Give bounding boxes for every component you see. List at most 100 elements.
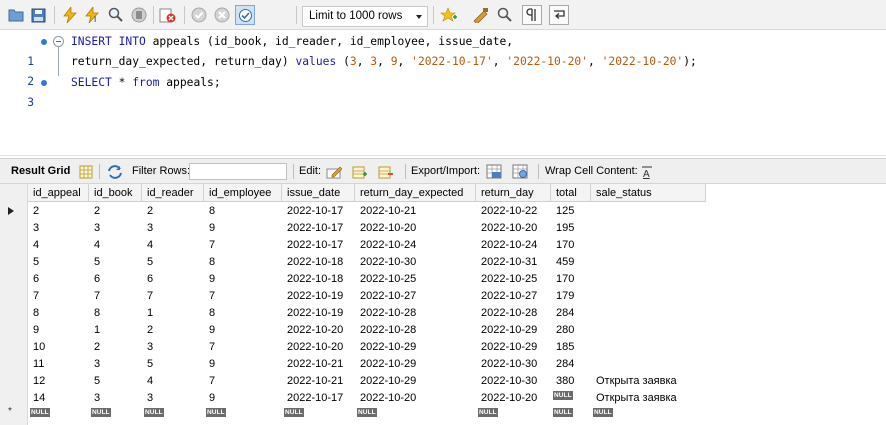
add-snippet-icon[interactable]	[439, 5, 459, 25]
cell-id-appeal[interactable]: 8	[28, 305, 89, 322]
cell-return-day[interactable]: 2022-10-25	[476, 271, 551, 288]
cell-id-appeal[interactable]: 9	[28, 322, 89, 339]
cell-id-reader[interactable]: 6	[142, 271, 204, 288]
cell-sale-status[interactable]: Открыта заявка	[591, 390, 706, 407]
null-badge[interactable]: NULL	[91, 408, 111, 417]
cell-return-day[interactable]: 2022-10-24	[476, 237, 551, 254]
execute-icon[interactable]	[60, 5, 80, 25]
cell-return-day[interactable]: 2022-10-20	[476, 390, 551, 407]
cell-total[interactable]: 280	[551, 322, 591, 339]
cell-id-book[interactable]: 2	[89, 339, 142, 356]
null-badge[interactable]: NULL	[30, 408, 50, 417]
cell-return-day-expected[interactable]: 2022-10-30	[355, 254, 476, 271]
cell-return-day-expected[interactable]: 2022-10-24	[355, 237, 476, 254]
cell-id-book[interactable]: 3	[89, 356, 142, 373]
cell-total[interactable]: 179	[551, 288, 591, 305]
cell-issue-date[interactable]: 2022-10-21	[282, 356, 355, 373]
cell-sale-status[interactable]	[591, 203, 706, 220]
refresh-icon[interactable]	[106, 163, 124, 180]
null-badge[interactable]: NULL	[357, 408, 377, 417]
cell-issue-date[interactable]: 2022-10-19	[282, 288, 355, 305]
filter-rows-input[interactable]	[189, 163, 287, 180]
cell-id-reader[interactable]: 4	[142, 373, 204, 390]
limit-rows-select[interactable]: Limit to 1000 rows	[302, 6, 428, 27]
result-grid[interactable]: id_appeal id_book id_reader id_employee issu…	[0, 184, 886, 425]
rollback-icon[interactable]	[212, 5, 232, 25]
column-header-return-day-expected[interactable]: return_day_expected	[355, 184, 476, 202]
cell-total[interactable]: 170	[551, 271, 591, 288]
cell-id-reader[interactable]: 3	[142, 220, 204, 237]
column-header-sale-status[interactable]: sale_status	[591, 184, 706, 202]
find-icon[interactable]	[495, 5, 515, 25]
cell-return-day[interactable]: 2022-10-22	[476, 203, 551, 220]
null-badge[interactable]: NULL	[144, 408, 164, 417]
fold-toggle-icon[interactable]	[53, 36, 64, 47]
cell-return-day[interactable]: 2022-10-30	[476, 356, 551, 373]
cell-id-employee[interactable]: 9	[204, 220, 282, 237]
wrap-lines-icon[interactable]	[549, 5, 569, 25]
cell-issue-date[interactable]: 2022-10-21	[282, 373, 355, 390]
cell-total[interactable]: 195	[551, 220, 591, 237]
explain-icon[interactable]	[106, 5, 126, 25]
grid-view-icon[interactable]	[77, 163, 95, 180]
cell-return-day-expected[interactable]: 2022-10-20	[355, 220, 476, 237]
cell-id-book[interactable]: 2	[89, 203, 142, 220]
cell-return-day-expected[interactable]: 2022-10-28	[355, 305, 476, 322]
cell-total[interactable]: 459	[551, 254, 591, 271]
cell-id-reader[interactable]: 2	[142, 203, 204, 220]
sql-editor[interactable]: 1 INSERT INTO appeals (id_book, id_reade…	[0, 30, 886, 155]
null-badge[interactable]: NULL	[593, 408, 613, 417]
cell-issue-date[interactable]: 2022-10-19	[282, 305, 355, 322]
cell-id-book[interactable]: 3	[89, 220, 142, 237]
cell-id-reader[interactable]: 3	[142, 390, 204, 407]
cell-return-day-expected[interactable]: 2022-10-20	[355, 390, 476, 407]
cell-total[interactable]: 185	[551, 339, 591, 356]
column-header-id-book[interactable]: id_book	[89, 184, 142, 202]
cell-id-book[interactable]: 5	[89, 373, 142, 390]
null-badge[interactable]: NULL	[553, 391, 573, 400]
cell-id-appeal[interactable]: 5	[28, 254, 89, 271]
export-icon[interactable]	[485, 163, 503, 180]
cell-sale-status[interactable]	[591, 220, 706, 237]
cell-id-appeal[interactable]: 3	[28, 220, 89, 237]
delete-row-icon[interactable]	[377, 163, 395, 180]
cell-id-appeal[interactable]: 10	[28, 339, 89, 356]
wrap-cell-icon[interactable]: A	[638, 163, 656, 180]
cell-total[interactable]: 284	[551, 305, 591, 322]
cell-id-appeal[interactable]: 14	[28, 390, 89, 407]
cell-id-appeal[interactable]: 4	[28, 237, 89, 254]
cell-issue-date[interactable]: 2022-10-18	[282, 271, 355, 288]
edit-row-icon[interactable]	[325, 163, 343, 180]
cell-return-day[interactable]: 2022-10-29	[476, 322, 551, 339]
column-header-issue-date[interactable]: issue_date	[282, 184, 355, 202]
cell-id-employee[interactable]: 7	[204, 373, 282, 390]
cell-sale-status[interactable]: Открыта заявка	[591, 373, 706, 390]
cell-return-day-expected[interactable]: 2022-10-21	[355, 203, 476, 220]
cell-id-appeal[interactable]: 12	[28, 373, 89, 390]
column-header-total[interactable]: total	[551, 184, 591, 202]
cell-return-day[interactable]: 2022-10-31	[476, 254, 551, 271]
beautify-icon[interactable]	[470, 5, 490, 25]
cell-sale-status[interactable]	[591, 322, 706, 339]
column-header-id-employee[interactable]: id_employee	[204, 184, 282, 202]
cell-id-book[interactable]: 4	[89, 237, 142, 254]
column-header-return-day[interactable]: return_day	[476, 184, 551, 202]
cell-total[interactable]: 170	[551, 237, 591, 254]
cell-id-book[interactable]: 8	[89, 305, 142, 322]
cell-id-book[interactable]: 3	[89, 390, 142, 407]
null-badge[interactable]: NULL	[284, 408, 304, 417]
cell-id-appeal[interactable]: 11	[28, 356, 89, 373]
cell-total[interactable]: 125	[551, 203, 591, 220]
cell-id-reader[interactable]: 5	[142, 254, 204, 271]
cell-return-day-expected[interactable]: 2022-10-27	[355, 288, 476, 305]
cell-return-day[interactable]: 2022-10-27	[476, 288, 551, 305]
result-grid-tab[interactable]: Result Grid	[11, 164, 70, 178]
import-icon[interactable]	[511, 163, 529, 180]
null-badge[interactable]: NULL	[553, 408, 573, 417]
cell-total[interactable]: 284	[551, 356, 591, 373]
cell-return-day-expected[interactable]: 2022-10-29	[355, 373, 476, 390]
autocommit-icon[interactable]	[235, 5, 255, 25]
cell-return-day-expected[interactable]: 2022-10-29	[355, 339, 476, 356]
cell-issue-date[interactable]: 2022-10-17	[282, 237, 355, 254]
cell-sale-status[interactable]	[591, 288, 706, 305]
